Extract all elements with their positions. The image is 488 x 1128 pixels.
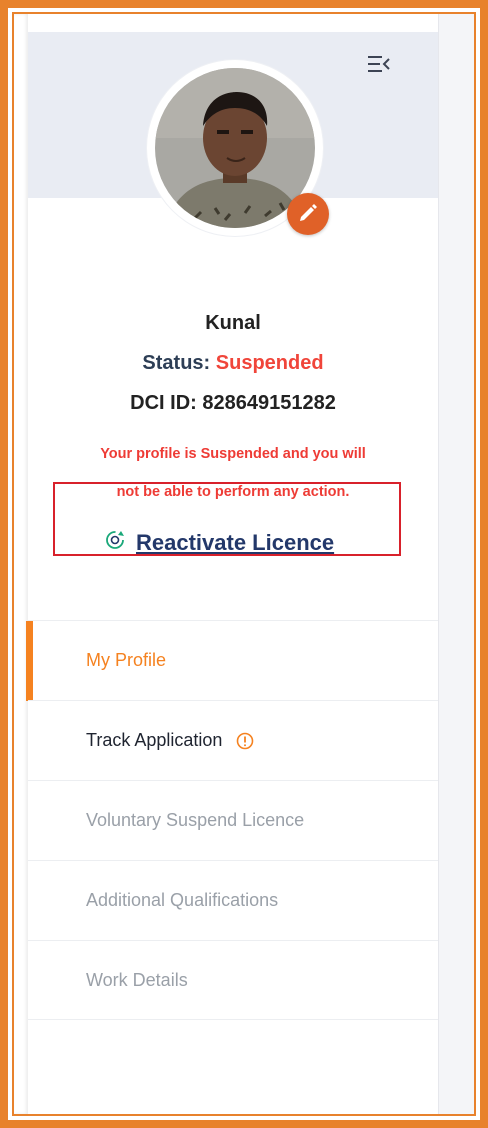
sidebar-item-label: Work Details [86,969,188,990]
status-label: Status: [142,352,211,374]
sidebar-item-additional-qualifications[interactable]: Additional Qualifications [28,860,438,940]
sidebar-item-my-profile[interactable]: My Profile [26,620,438,701]
profile-status: Status: Suspended [28,352,438,375]
profile-name: Kunal [205,312,261,334]
sidebar-collapse-button[interactable] [362,52,396,80]
info-icon [236,732,254,750]
sidebar-item-voluntary-suspend-licence[interactable]: Voluntary Suspend Licence [28,780,438,860]
pencil-icon [298,202,318,227]
profile-sidebar: Kunal Status: Suspended DCI ID: 82864915… [26,14,438,1114]
dci-id-label: DCI ID: [130,392,197,414]
sidebar-item-label: Additional Qualifications [86,890,279,910]
reactivate-licence-link[interactable]: Reactivate Licence [104,529,334,556]
suspension-notice-line-1: Your profile is Suspended and you will [100,446,366,462]
edit-avatar-button[interactable] [287,193,329,235]
status-value: Suspended [215,352,324,374]
sidebar-item-label: Voluntary Suspend Licence [86,810,305,830]
sidebar-item-work-details[interactable]: Work Details [28,940,438,1020]
dci-id-value: 828649151282 [202,392,336,414]
sidebar-item-label: My Profile [86,650,167,670]
refresh-icon [104,529,126,556]
sidebar-item-track-application[interactable]: Track Application [28,700,438,780]
profile-panel: Kunal Status: Suspended DCI ID: 82864915… [14,14,474,1114]
dci-id: DCI ID: 828649151282 [28,392,438,415]
sidebar-menu: My Profile Track Application Voluntary S… [26,620,438,1020]
content-area-edge [438,14,474,1114]
menu-collapse-icon [367,55,391,78]
left-edge [14,14,28,1114]
reactivate-licence-label: Reactivate Licence [136,529,335,555]
sidebar-item-label: Track Application [86,730,223,750]
